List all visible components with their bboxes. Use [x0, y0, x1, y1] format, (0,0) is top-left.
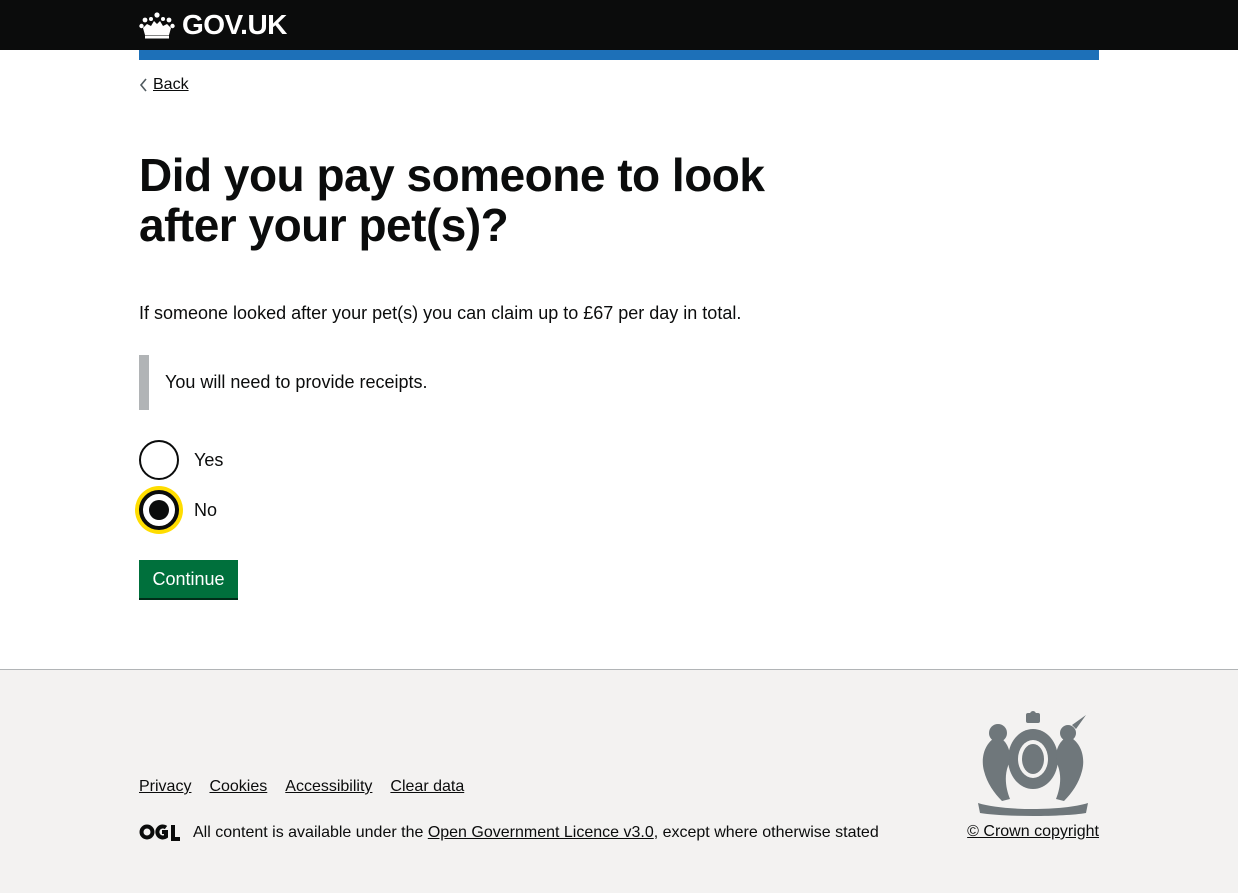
royal-coat-of-arms-icon: [978, 711, 1088, 816]
radio-option-yes[interactable]: Yes: [139, 440, 223, 480]
licence-link[interactable]: Open Government Licence v3.0: [428, 824, 654, 841]
radio-no-input[interactable]: [139, 490, 179, 530]
question-hint: If someone looked after your pet(s) you …: [139, 303, 742, 323]
licence-suffix: , except where otherwise stated: [653, 824, 879, 841]
crown-icon: [139, 12, 175, 39]
ogl-logo-icon: [139, 824, 180, 841]
radio-no-label: No: [194, 499, 218, 520]
radio-option-no[interactable]: No: [139, 490, 217, 530]
inset-text-content: You will need to provide receipts.: [165, 372, 428, 392]
footer-link-clear-data[interactable]: Clear data: [390, 778, 464, 796]
footer-links: Privacy Cookies Accessibility Clear data: [139, 778, 464, 796]
back-link-label: Back: [153, 76, 189, 93]
licence-prefix: All content is available under the: [193, 824, 428, 841]
inset-text: You will need to provide receipts.: [139, 355, 659, 410]
radio-yes-input[interactable]: [139, 440, 179, 480]
footer-link-accessibility[interactable]: Accessibility: [285, 778, 372, 796]
licence-statement: All content is available under the Open …: [193, 823, 879, 843]
chevron-left-icon: [139, 78, 147, 92]
footer-link-privacy[interactable]: Privacy: [139, 778, 191, 796]
page-title: Did you pay someone to look after your p…: [139, 149, 765, 251]
crown-copyright-link[interactable]: © Crown copyright: [967, 823, 1099, 841]
site-footer: Privacy Cookies Accessibility Clear data…: [0, 669, 1238, 893]
govuk-logo-link[interactable]: GOV.UK: [139, 8, 287, 42]
radio-yes-label: Yes: [194, 449, 224, 470]
header-accent-bar: [139, 50, 1099, 60]
back-link[interactable]: Back: [139, 74, 189, 96]
footer-link-cookies[interactable]: Cookies: [209, 778, 267, 796]
continue-button[interactable]: Continue: [139, 560, 238, 598]
logo-text: GOV.UK: [182, 9, 287, 40]
site-header: GOV.UK: [0, 0, 1238, 50]
